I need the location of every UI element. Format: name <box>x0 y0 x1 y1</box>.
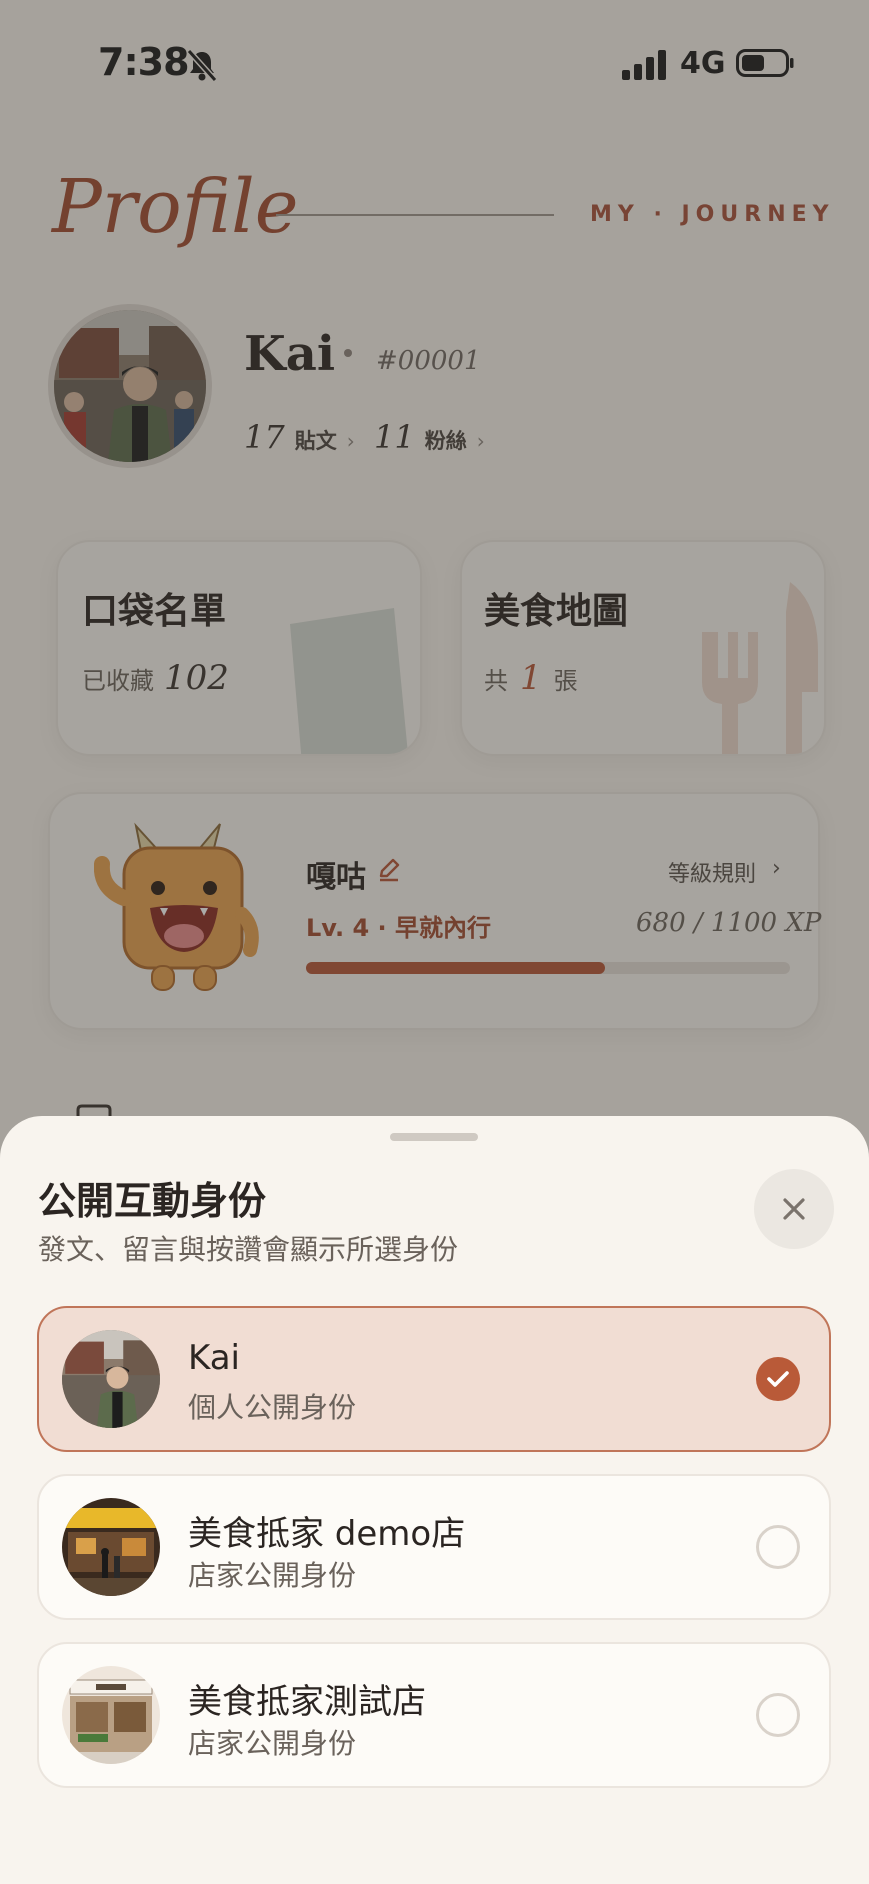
radio-unselected[interactable] <box>756 1525 800 1569</box>
sheet-grabber[interactable] <box>390 1133 478 1141</box>
check-icon <box>767 1371 789 1387</box>
store-avatar <box>62 1666 160 1764</box>
store-photo <box>62 1666 160 1764</box>
sheet-subtitle: 發文、留言與按讚會顯示所選身份 <box>38 1233 459 1266</box>
identity-role: 店家公開身份 <box>188 1559 357 1592</box>
avatar-photo <box>62 1330 160 1428</box>
sheet-title: 公開互動身份 <box>38 1179 267 1223</box>
identity-name: 美食抵家 demo店 <box>188 1514 466 1554</box>
identity-name: 美食抵家測試店 <box>188 1682 426 1722</box>
store-avatar <box>62 1498 160 1596</box>
identity-role: 個人公開身份 <box>188 1391 357 1424</box>
store-photo <box>62 1498 160 1596</box>
identity-role: 店家公開身份 <box>188 1727 357 1760</box>
radio-unselected[interactable] <box>756 1693 800 1737</box>
avatar <box>62 1330 160 1428</box>
close-icon <box>783 1198 805 1220</box>
identity-name: Kai <box>188 1338 240 1378</box>
radio-selected[interactable] <box>756 1357 800 1401</box>
